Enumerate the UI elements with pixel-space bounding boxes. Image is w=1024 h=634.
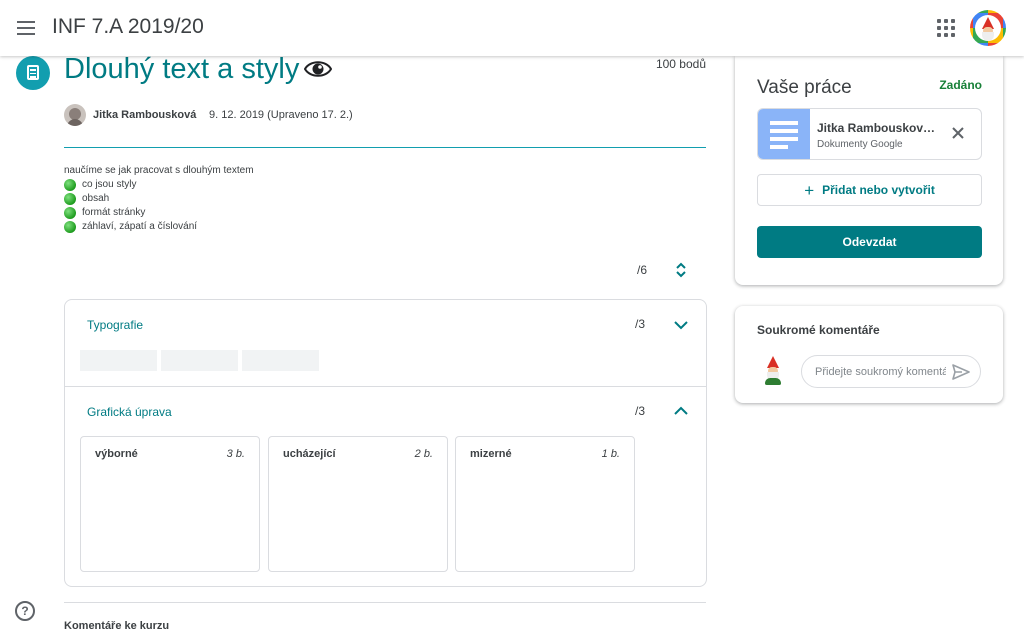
eye-icon [304,61,332,77]
green-dot-icon [64,179,76,191]
gnome-avatar-image [975,15,1001,41]
green-dot-icon [64,193,76,205]
description-intro: naučíme se jak pracovat s dlouhým textem [64,165,254,176]
header-divider [64,147,706,148]
send-icon[interactable] [952,364,970,380]
criterion-title[interactable]: Grafická úprava [87,405,172,419]
criterion-title[interactable]: Typografie [87,318,143,332]
attachment-name: Jitka Rambouskov… [817,121,936,135]
private-comments-title: Soukromé komentáře [757,323,880,337]
green-dot-icon [64,207,76,219]
top-app-bar: INF 7.A 2019/20 [0,0,1024,56]
loading-placeholder [161,350,238,371]
list-item: obsah [64,192,254,206]
assignment-description: naučíme se jak pracovat s dlouhým textem… [64,164,254,234]
chevron-down-icon[interactable] [673,320,689,330]
points-label: 100 bodů [655,57,706,71]
close-icon[interactable] [950,125,966,141]
attachment-type: Dokumenty Google [817,139,903,150]
level-points: 2 b. [414,448,433,460]
google-docs-icon [758,109,810,159]
section-divider [64,602,706,603]
add-or-create-button[interactable]: + Přidat nebo vytvořit [757,174,982,206]
rubric-panel: Typografie /3 Grafická úprava /3 výborné… [64,299,707,587]
green-dot-icon [64,221,76,233]
private-comments-card: Soukromé komentáře [735,306,1003,403]
class-title[interactable]: INF 7.A 2019/20 [52,15,204,39]
criterion-score: /3 [635,404,646,418]
list-item: co jsou styly [64,178,254,192]
author-avatar [64,104,86,126]
level-name: mizerné [470,448,512,460]
assignment-title: Dlouhý text a styly [64,53,300,85]
menu-icon[interactable] [16,17,36,37]
list-item: formát stránky [64,206,254,220]
chevron-up-icon[interactable] [673,406,689,416]
course-comments-heading: Komentáře ke kurzu [64,620,170,632]
rubric-total-score: /6 [637,263,648,277]
submit-button[interactable]: Odevzdat [757,226,982,258]
assignment-icon [16,56,50,90]
list-item: záhlaví, zápatí a číslování [64,220,254,234]
rubric-level-card[interactable]: výborné 3 b. [80,436,260,572]
criterion-divider [65,386,706,387]
account-avatar[interactable] [970,10,1006,46]
user-avatar [759,356,787,386]
author-name: Jitka Rambousková [93,109,197,121]
level-points: 1 b. [601,448,620,460]
level-name: ucházející [283,448,336,460]
loading-placeholder [80,350,157,371]
apps-grid-icon[interactable] [937,19,955,37]
your-work-title: Vaše práce [757,77,852,98]
post-date: 9. 12. 2019 (Upraveno 17. 2.) [209,109,353,121]
criterion-score: /3 [635,317,646,331]
help-icon[interactable]: ? [15,601,35,621]
attachment-item[interactable]: Jitka Rambouskov… Dokumenty Google [757,108,982,160]
status-badge: Zadáno [939,78,982,92]
unfold-more-icon[interactable] [674,262,688,278]
plus-icon: + [804,180,815,200]
level-name: výborné [95,448,138,460]
rubric-level-card[interactable]: mizerné 1 b. [455,436,635,572]
your-work-card: Vaše práce Zadáno Jitka Rambouskov… Doku… [735,56,1003,285]
rubric-level-card[interactable]: ucházející 2 b. [268,436,448,572]
level-points: 3 b. [226,448,245,460]
loading-placeholder [242,350,319,371]
